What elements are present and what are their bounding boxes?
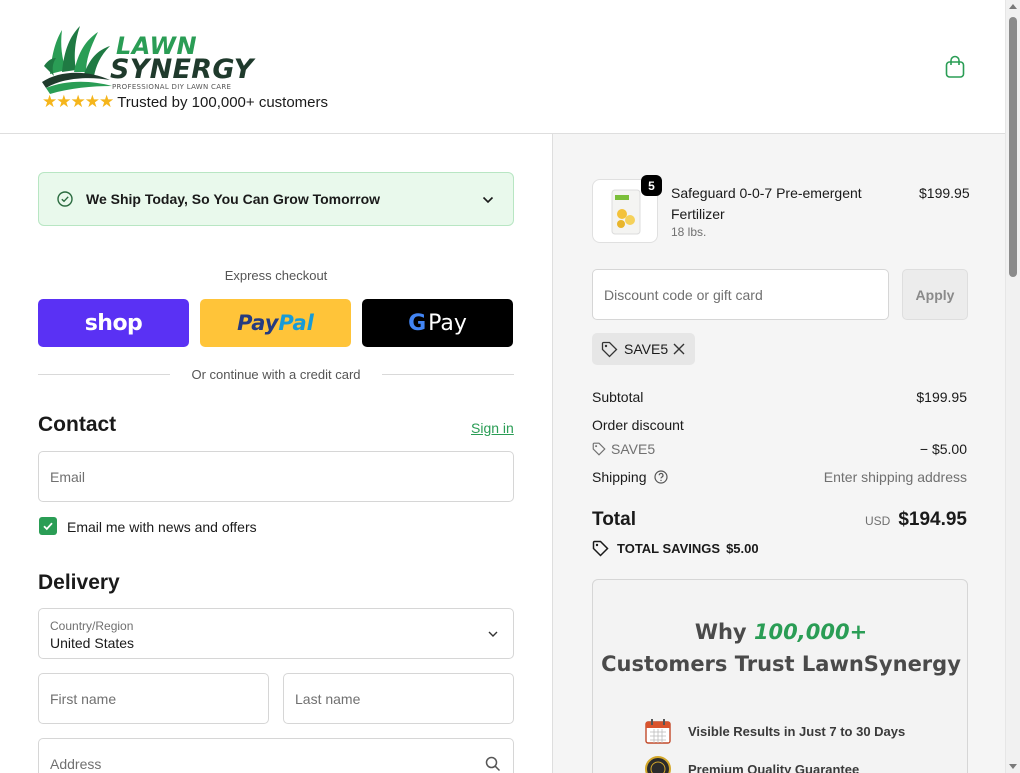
last-name-field[interactable]: Last name [283, 673, 514, 724]
fertilizer-bag-image [611, 189, 641, 235]
shipping-value: Enter shipping address [823, 469, 967, 485]
scroll-up-arrow-icon[interactable] [1009, 4, 1017, 9]
subtotal-label: Subtotal [592, 389, 644, 405]
first-name-field[interactable]: First name [38, 673, 269, 724]
address-field[interactable]: Address [38, 738, 514, 773]
product-price: $199.95 [919, 185, 970, 201]
scroll-down-arrow-icon[interactable] [1009, 764, 1017, 769]
why-item-text: Premium Quality Guarantee [688, 761, 860, 773]
discount-code-row: SAVE5 [592, 441, 655, 457]
banner-text: We Ship Today, So You Can Grow Tomorrow [86, 191, 381, 207]
product-thumbnail: 5 [592, 175, 662, 243]
shipping-label: Shipping [592, 469, 647, 485]
contact-heading: Contact [38, 413, 117, 436]
sign-in-link[interactable]: Sign in [471, 420, 514, 436]
shop-pay-button[interactable]: shop [38, 299, 189, 347]
help-circle-icon[interactable] [653, 470, 668, 484]
email-field[interactable]: Email [38, 451, 514, 502]
savings-tag-icon [592, 540, 609, 557]
last-name-placeholder: Last name [295, 691, 361, 707]
grass-logo-icon [42, 26, 112, 94]
product-variant: 18 lbs. [671, 225, 707, 239]
trust-text: Trusted by 100,000+ customers [117, 93, 329, 111]
why-item: Premium Quality Guarantee [643, 755, 859, 773]
scroll-thumb[interactable] [1009, 17, 1017, 277]
discount-placeholder: Discount code or gift card [604, 287, 763, 303]
email-placeholder: Email [50, 469, 86, 485]
trust-rating: ★★★★★ Trusted by 100,000+ customers [42, 92, 328, 112]
country-select[interactable]: Country/Region United States [38, 608, 514, 659]
applied-discount-chip: SAVE5 [592, 333, 695, 365]
discount-code-input[interactable]: Discount code or gift card [592, 269, 889, 320]
total-savings: TOTAL SAVINGS $5.00 [592, 540, 759, 557]
address-placeholder: Address [50, 756, 102, 772]
site-header: LAWN SYNERGY PROFESSIONAL DIY LAWN CARE … [0, 0, 1005, 134]
cart-button[interactable] [944, 55, 966, 79]
order-discount-label: Order discount [592, 417, 684, 433]
paypal-button[interactable]: Pay Pal [200, 299, 351, 347]
shipping-row: Shipping [592, 469, 668, 485]
star-rating-icon: ★★★★★ [42, 92, 114, 111]
discount-value: − $5.00 [919, 441, 967, 457]
newsletter-label: Email me with news and offers [67, 519, 257, 535]
shopping-bag-icon [945, 55, 965, 78]
country-label: Country/Region [50, 619, 134, 633]
why-title-highlight: 100,000+ [753, 620, 868, 644]
brand-name-line2: SYNERGY [110, 54, 254, 85]
discount-code-text: SAVE5 [611, 441, 656, 457]
paypal-label-part1: Pay [237, 311, 279, 335]
why-title-prefix: Why [694, 620, 747, 644]
chevron-down-icon [488, 631, 498, 637]
google-g-icon: G [408, 310, 427, 336]
google-pay-label: Pay [428, 310, 467, 336]
shipping-promo-banner[interactable]: We Ship Today, So You Can Grow Tomorrow [38, 172, 514, 226]
why-item: Visible Results in Just 7 to 30 Days [643, 717, 905, 745]
express-checkout-label: Express checkout [224, 268, 328, 283]
checkmark-icon [43, 522, 53, 531]
google-pay-button[interactable]: G Pay [362, 299, 513, 347]
search-icon[interactable] [485, 756, 501, 772]
lawn-synergy-logo[interactable]: LAWN SYNERGY PROFESSIONAL DIY LAWN CARE [40, 22, 253, 94]
page-scrollbar[interactable] [1005, 0, 1020, 773]
apply-discount-button[interactable]: Apply [902, 269, 968, 320]
newsletter-checkbox[interactable] [39, 517, 57, 535]
close-icon[interactable] [672, 342, 686, 356]
check-circle-icon [57, 191, 73, 207]
guarantee-badge-icon [643, 755, 673, 773]
why-title-line2: Customers Trust LawnSynergy [601, 652, 961, 676]
savings-label: TOTAL SAVINGS [617, 541, 721, 556]
total-amount: USD $194.95 [865, 509, 967, 531]
checkout-form-column: We Ship Today, So You Can Grow Tomorrow … [0, 134, 552, 773]
tag-icon [601, 341, 618, 358]
delivery-heading: Delivery [38, 571, 120, 594]
why-title-line1: Why 100,000+ [593, 620, 969, 644]
country-value: United States [50, 635, 135, 651]
calendar-icon [643, 717, 673, 745]
quantity-badge: 5 [641, 175, 662, 196]
subtotal-value: $199.95 [916, 389, 967, 405]
chevron-down-icon[interactable] [481, 193, 495, 207]
currency-code: USD [864, 514, 891, 528]
credit-card-divider-text: Or continue with a credit card [191, 367, 361, 382]
brand-tagline: PROFESSIONAL DIY LAWN CARE [112, 83, 232, 91]
tag-icon [592, 442, 606, 456]
order-summary-column: 5 Safeguard 0-0-7 Pre-emergent Fertilize… [552, 134, 1005, 773]
why-trust-card: Why 100,000+ Customers Trust LawnSynergy… [592, 579, 968, 773]
shop-pay-label: shop [84, 310, 143, 336]
total-value: $194.95 [898, 509, 967, 530]
paypal-label-part2: Pal [278, 311, 314, 335]
applied-code: SAVE5 [624, 341, 669, 357]
total-label: Total [592, 509, 636, 530]
why-item-text: Visible Results in Just 7 to 30 Days [688, 723, 906, 739]
first-name-placeholder: First name [50, 691, 117, 707]
product-name: Safeguard 0-0-7 Pre-emergent Fertilizer [671, 185, 862, 222]
savings-value: $5.00 [726, 541, 759, 556]
